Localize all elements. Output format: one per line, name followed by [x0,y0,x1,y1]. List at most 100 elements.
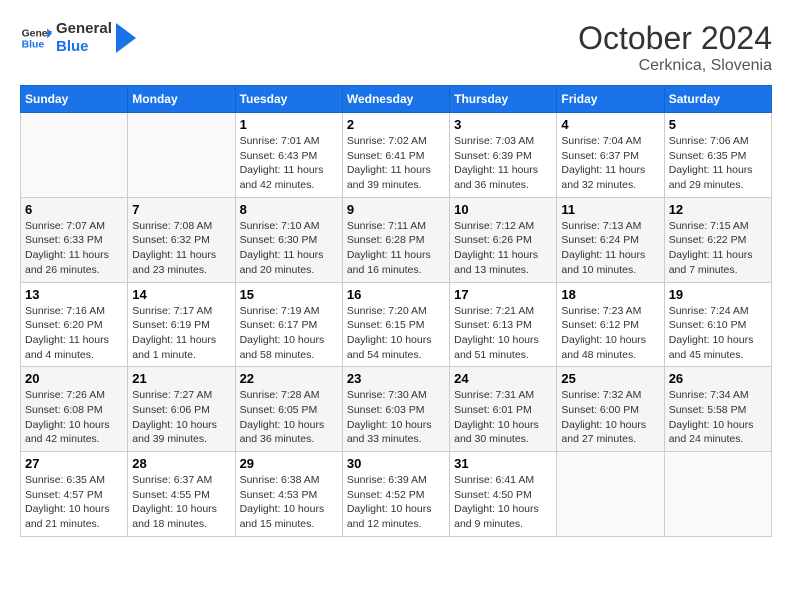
day-number: 8 [240,202,338,217]
page-header: General Blue General Blue October 2024 C… [20,20,772,75]
day-info: Sunrise: 7:27 AM Sunset: 6:06 PM Dayligh… [132,388,230,447]
day-number: 12 [669,202,767,217]
calendar-week-row: 13 Sunrise: 7:16 AM Sunset: 6:20 PM Dayli… [21,282,772,367]
day-info: Sunrise: 7:10 AM Sunset: 6:30 PM Dayligh… [240,219,338,278]
day-number: 21 [132,371,230,386]
day-number: 18 [561,287,659,302]
svg-text:Blue: Blue [22,40,45,51]
calendar-cell [21,113,128,198]
day-info: Sunrise: 7:07 AM Sunset: 6:33 PM Dayligh… [25,219,123,278]
day-info: Sunrise: 7:04 AM Sunset: 6:37 PM Dayligh… [561,134,659,193]
day-info: Sunrise: 7:31 AM Sunset: 6:01 PM Dayligh… [454,388,552,447]
day-info: Sunrise: 7:26 AM Sunset: 6:08 PM Dayligh… [25,388,123,447]
day-info: Sunrise: 7:34 AM Sunset: 5:58 PM Dayligh… [669,388,767,447]
calendar-cell: 19 Sunrise: 7:24 AM Sunset: 6:10 PM Dayli… [664,282,771,367]
calendar-cell: 17 Sunrise: 7:21 AM Sunset: 6:13 PM Dayli… [450,282,557,367]
day-number: 3 [454,117,552,132]
day-number: 29 [240,456,338,471]
calendar-cell: 24 Sunrise: 7:31 AM Sunset: 6:01 PM Dayli… [450,367,557,452]
day-info: Sunrise: 6:41 AM Sunset: 4:50 PM Dayligh… [454,473,552,532]
col-sunday: Sunday [21,86,128,113]
calendar-cell: 10 Sunrise: 7:12 AM Sunset: 6:26 PM Dayli… [450,197,557,282]
calendar-cell: 3 Sunrise: 7:03 AM Sunset: 6:39 PM Daylig… [450,113,557,198]
day-number: 25 [561,371,659,386]
logo-blue: Blue [56,38,112,56]
calendar-cell: 18Sunrise: 7:23 AM Sunset: 6:12 PM Dayli… [557,282,664,367]
day-number: 16 [347,287,445,302]
col-monday: Monday [128,86,235,113]
calendar-week-row: 1 Sunrise: 7:01 AM Sunset: 6:43 PM Daylig… [21,113,772,198]
calendar-cell: 8 Sunrise: 7:10 AM Sunset: 6:30 PM Daylig… [235,197,342,282]
day-number: 4 [561,117,659,132]
day-info: Sunrise: 6:37 AM Sunset: 4:55 PM Dayligh… [132,473,230,532]
day-info: Sunrise: 7:17 AM Sunset: 6:19 PM Dayligh… [132,304,230,363]
logo-general: General [56,20,112,38]
calendar-cell: 14 Sunrise: 7:17 AM Sunset: 6:19 PM Dayli… [128,282,235,367]
day-number: 31 [454,456,552,471]
location: Cerknica, Slovenia [578,57,772,75]
calendar-header-row: Sunday Monday Tuesday Wednesday Thursday… [21,86,772,113]
calendar-cell: 4 Sunrise: 7:04 AM Sunset: 6:37 PM Daylig… [557,113,664,198]
calendar-cell: 15Sunrise: 7:19 AM Sunset: 6:17 PM Dayli… [235,282,342,367]
col-friday: Friday [557,86,664,113]
calendar-cell [664,452,771,537]
calendar-cell [128,113,235,198]
day-info: Sunrise: 7:03 AM Sunset: 6:39 PM Dayligh… [454,134,552,193]
day-info: Sunrise: 6:35 AM Sunset: 4:57 PM Dayligh… [25,473,123,532]
day-info: Sunrise: 6:38 AM Sunset: 4:53 PM Dayligh… [240,473,338,532]
calendar-cell: 5 Sunrise: 7:06 AM Sunset: 6:35 PM Daylig… [664,113,771,198]
day-number: 28 [132,456,230,471]
calendar-cell: 1 Sunrise: 7:01 AM Sunset: 6:43 PM Daylig… [235,113,342,198]
calendar-cell: 7 Sunrise: 7:08 AM Sunset: 6:32 PM Daylig… [128,197,235,282]
day-info: Sunrise: 7:12 AM Sunset: 6:26 PM Dayligh… [454,219,552,278]
day-info: Sunrise: 7:08 AM Sunset: 6:32 PM Dayligh… [132,219,230,278]
logo-icon: General Blue [20,22,52,54]
day-info: Sunrise: 7:20 AM Sunset: 6:15 PM Dayligh… [347,304,445,363]
day-number: 5 [669,117,767,132]
day-number: 14 [132,287,230,302]
col-thursday: Thursday [450,86,557,113]
day-number: 2 [347,117,445,132]
day-info: Sunrise: 7:30 AM Sunset: 6:03 PM Dayligh… [347,388,445,447]
calendar-cell: 25 Sunrise: 7:32 AM Sunset: 6:00 PM Dayli… [557,367,664,452]
day-info: Sunrise: 7:01 AM Sunset: 6:43 PM Dayligh… [240,134,338,193]
day-number: 7 [132,202,230,217]
calendar-week-row: 20Sunrise: 7:26 AM Sunset: 6:08 PM Dayli… [21,367,772,452]
calendar-cell: 23 Sunrise: 7:30 AM Sunset: 6:03 PM Dayli… [342,367,449,452]
day-info: Sunrise: 7:24 AM Sunset: 6:10 PM Dayligh… [669,304,767,363]
day-number: 24 [454,371,552,386]
day-info: Sunrise: 7:11 AM Sunset: 6:28 PM Dayligh… [347,219,445,278]
calendar-cell: 30Sunrise: 6:39 AM Sunset: 4:52 PM Dayli… [342,452,449,537]
day-number: 11 [561,202,659,217]
day-number: 26 [669,371,767,386]
month-title: October 2024 [578,20,772,57]
calendar-cell: 28 Sunrise: 6:37 AM Sunset: 4:55 PM Dayli… [128,452,235,537]
day-info: Sunrise: 7:21 AM Sunset: 6:13 PM Dayligh… [454,304,552,363]
calendar-cell: 31 Sunrise: 6:41 AM Sunset: 4:50 PM Dayli… [450,452,557,537]
calendar-cell: 2 Sunrise: 7:02 AM Sunset: 6:41 PM Daylig… [342,113,449,198]
calendar-cell: 9 Sunrise: 7:11 AM Sunset: 6:28 PM Daylig… [342,197,449,282]
day-info: Sunrise: 7:02 AM Sunset: 6:41 PM Dayligh… [347,134,445,193]
day-number: 15 [240,287,338,302]
calendar-cell: 13 Sunrise: 7:16 AM Sunset: 6:20 PM Dayli… [21,282,128,367]
day-info: Sunrise: 7:32 AM Sunset: 6:00 PM Dayligh… [561,388,659,447]
day-info: Sunrise: 7:06 AM Sunset: 6:35 PM Dayligh… [669,134,767,193]
calendar-week-row: 6 Sunrise: 7:07 AM Sunset: 6:33 PM Daylig… [21,197,772,282]
day-number: 13 [25,287,123,302]
day-info: Sunrise: 6:39 AM Sunset: 4:52 PM Dayligh… [347,473,445,532]
calendar-cell: 12Sunrise: 7:15 AM Sunset: 6:22 PM Dayli… [664,197,771,282]
calendar-cell: 21 Sunrise: 7:27 AM Sunset: 6:06 PM Dayli… [128,367,235,452]
day-info: Sunrise: 7:13 AM Sunset: 6:24 PM Dayligh… [561,219,659,278]
day-number: 9 [347,202,445,217]
day-number: 10 [454,202,552,217]
day-number: 17 [454,287,552,302]
calendar-cell: 29 Sunrise: 6:38 AM Sunset: 4:53 PM Dayli… [235,452,342,537]
day-info: Sunrise: 7:16 AM Sunset: 6:20 PM Dayligh… [25,304,123,363]
day-number: 23 [347,371,445,386]
logo-triangle-icon [116,23,136,53]
day-number: 19 [669,287,767,302]
day-number: 1 [240,117,338,132]
day-number: 6 [25,202,123,217]
calendar-cell [557,452,664,537]
col-tuesday: Tuesday [235,86,342,113]
